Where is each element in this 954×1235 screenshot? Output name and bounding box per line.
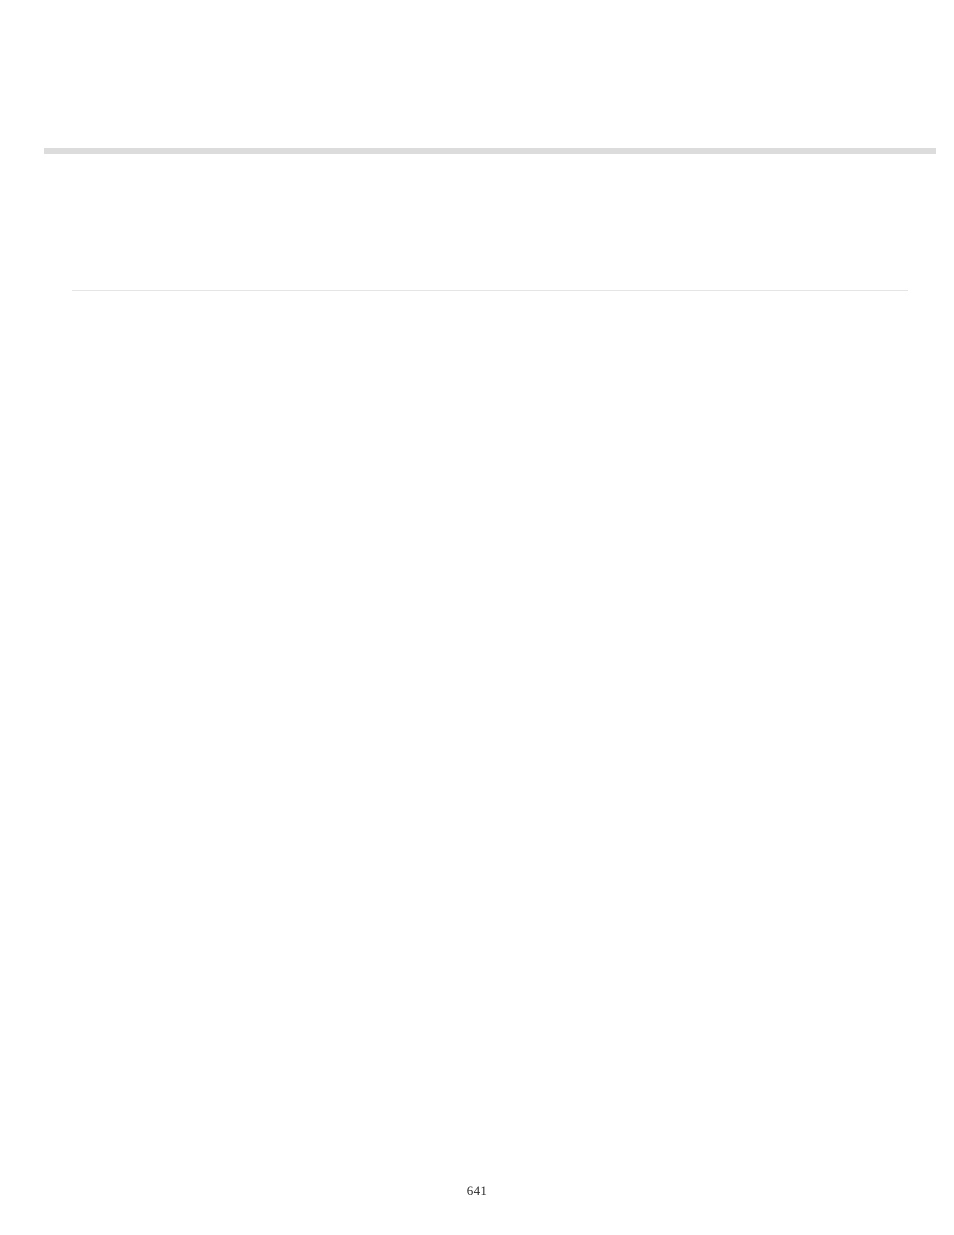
page-number: 641 [0,1183,954,1199]
header-divider-thick [44,148,936,154]
header-divider-thin [72,290,908,291]
